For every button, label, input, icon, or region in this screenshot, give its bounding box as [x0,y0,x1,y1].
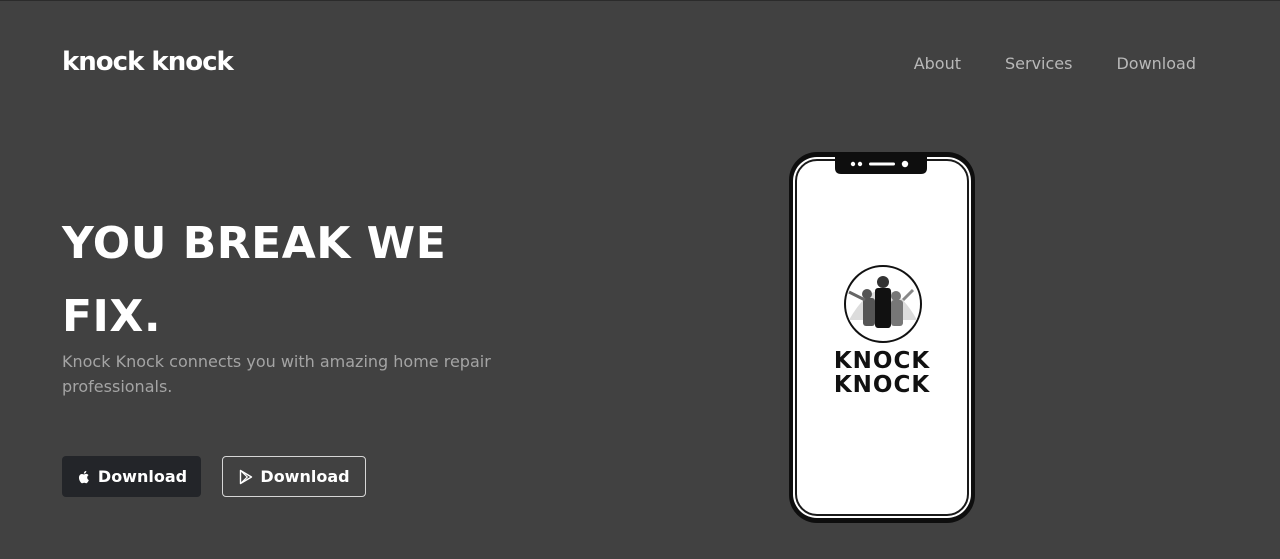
workers-logo-icon [844,265,922,343]
nav-services[interactable]: Services [1005,54,1072,73]
headline-line-2: FIX. [62,291,162,342]
app-store-button-label: Download [97,467,188,486]
top-nav: About Services Download [870,54,1196,73]
brand-logo[interactable]: knock knock [62,47,234,77]
google-play-icon [238,469,254,485]
phone-mockup: KNOCK KNOCK [787,150,977,525]
headline-line-1: YOU BREAK WE [62,218,447,269]
nav-about[interactable]: About [914,54,961,73]
play-store-button-label: Download [260,467,350,486]
nav-download[interactable]: Download [1116,54,1196,73]
phone-frame-illustration [789,152,975,523]
app-store-download-button[interactable]: Download [62,456,201,497]
hero-headline: YOU BREAK WE FIX. [62,207,502,353]
play-store-download-button[interactable]: Download [222,456,366,497]
apple-logo-icon [76,469,92,485]
hero-subline: Knock Knock connects you with amazing ho… [62,352,491,396]
